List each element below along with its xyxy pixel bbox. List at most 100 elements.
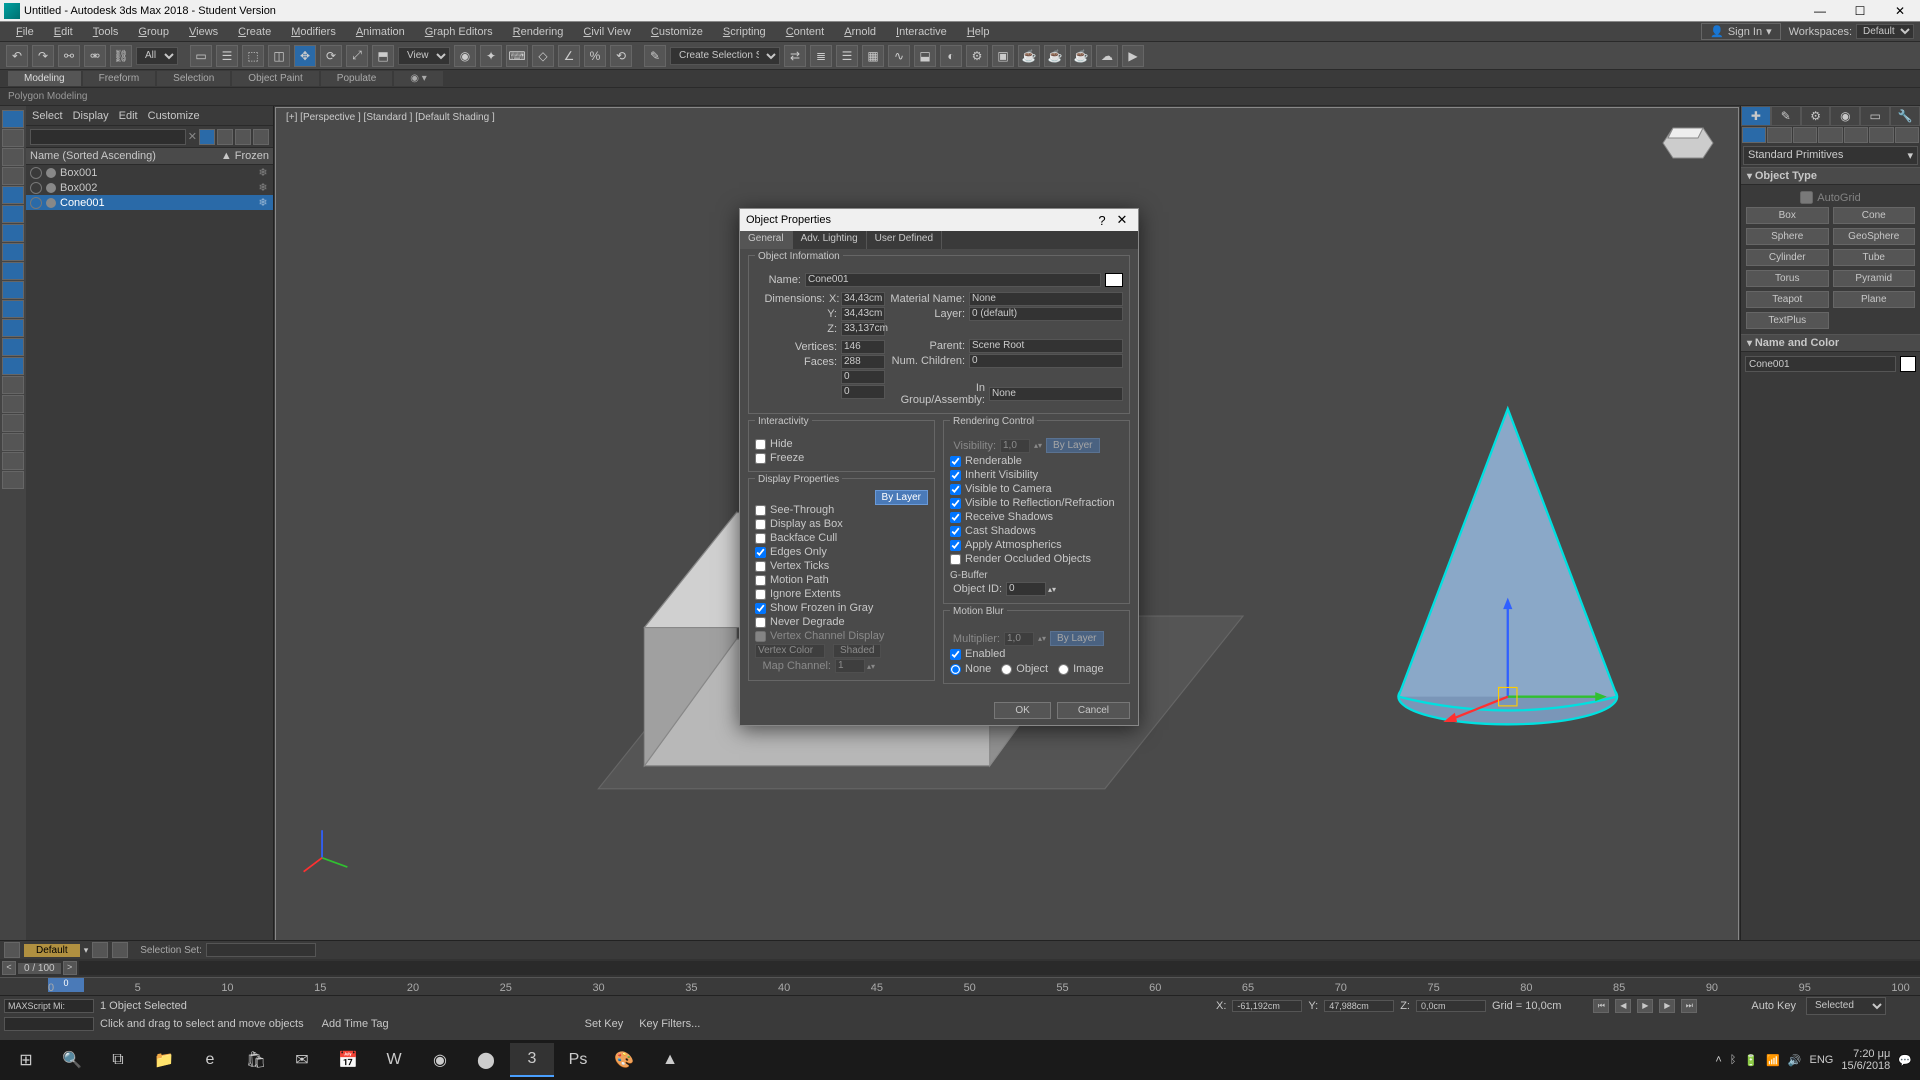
menu-group[interactable]: Group (128, 24, 179, 40)
ribbon-tab-populate[interactable]: Populate (321, 71, 392, 86)
object-id-field[interactable]: 0 (1006, 582, 1046, 596)
name-field[interactable]: Cone001 (805, 273, 1101, 287)
select-rotate-button[interactable]: ⟳ (320, 45, 342, 67)
redo-button[interactable]: ↷ (32, 45, 54, 67)
render-iterative-button[interactable]: ☕ (1044, 45, 1066, 67)
vbtn-misc2[interactable] (2, 376, 24, 394)
render-occluded-checkbox[interactable]: Render Occluded Objects (950, 552, 1123, 566)
cast-shadows-checkbox[interactable]: Cast Shadows (950, 524, 1123, 538)
menu-tools[interactable]: Tools (83, 24, 129, 40)
explorer-row-box002[interactable]: Box002 ❄ (26, 180, 273, 195)
visible-to-camera-checkbox[interactable]: Visible to Camera (950, 482, 1123, 496)
ribbon-tab-objectpaint[interactable]: Object Paint (232, 71, 318, 86)
dialog-tab-general[interactable]: General (740, 231, 793, 249)
explorer-row-box001[interactable]: Box001 ❄ (26, 165, 273, 180)
percent-snap-button[interactable]: % (584, 45, 606, 67)
explorer-row-cone001[interactable]: Cone001 ❄ (26, 195, 273, 210)
category-dropdown[interactable]: Standard Primitives▾ (1743, 146, 1918, 165)
layer-lock-icon[interactable] (92, 942, 108, 958)
select-place-button[interactable]: ⬒ (372, 45, 394, 67)
workspace-selector[interactable]: Workspaces: Default (1789, 24, 1914, 39)
menu-animation[interactable]: Animation (346, 24, 415, 40)
vbtn-misc7[interactable] (2, 471, 24, 489)
prim-box-button[interactable]: Box (1746, 207, 1829, 224)
key-target-dropdown[interactable]: Selected (1806, 997, 1886, 1015)
pivot-button[interactable]: ◉ (454, 45, 476, 67)
unlink-button[interactable]: ⚮ (84, 45, 106, 67)
render-online-button[interactable]: ☁ (1096, 45, 1118, 67)
named-selset-dropdown[interactable]: Create Selection Se (670, 47, 780, 65)
maximize-button[interactable]: ☐ (1840, 0, 1880, 22)
menu-create[interactable]: Create (228, 24, 281, 40)
keyboard-shortcut-button[interactable]: ⌨ (506, 45, 528, 67)
schematic-view-button[interactable]: ⬓ (914, 45, 936, 67)
ribbon-tab-freeform[interactable]: Freeform (83, 71, 156, 86)
subcat-helpers[interactable] (1844, 127, 1868, 143)
ribbon-tab-modeling[interactable]: Modeling (8, 71, 81, 86)
close-button[interactable]: ✕ (1880, 0, 1920, 22)
maxscript-input[interactable] (4, 1017, 94, 1031)
coord-x[interactable]: -61,192cm (1232, 1000, 1302, 1012)
vbtn-xrefs[interactable] (2, 262, 24, 280)
select-scale-button[interactable]: ⤢ (346, 45, 368, 67)
prim-sphere-button[interactable]: Sphere (1746, 228, 1829, 245)
object-name-input[interactable] (1745, 356, 1896, 372)
spinner-snap-button[interactable]: ⟲ (610, 45, 632, 67)
link-button[interactable]: ⚯ (58, 45, 80, 67)
menu-rendering[interactable]: Rendering (503, 24, 574, 40)
prim-geosphere-button[interactable]: GeoSphere (1833, 228, 1916, 245)
explorer-app[interactable]: 📁 (142, 1043, 186, 1077)
menu-customize[interactable]: Customize (641, 24, 713, 40)
chrome-app[interactable]: ◉ (418, 1043, 462, 1077)
subcat-spacewarps[interactable] (1869, 127, 1893, 143)
visibility-icon[interactable] (30, 182, 42, 194)
vbtn-containers[interactable] (2, 300, 24, 318)
subcat-systems[interactable] (1895, 127, 1919, 143)
menu-content[interactable]: Content (776, 24, 835, 40)
world-icon[interactable] (4, 942, 20, 958)
explorer-menu-customize[interactable]: Customize (148, 110, 200, 122)
time-ruler[interactable]: 0 05101520253035404550556065707580859095… (0, 977, 1920, 995)
tray-clock[interactable]: 7:20 μμ 15/6/2018 (1841, 1048, 1890, 1072)
explorer-menu-edit[interactable]: Edit (119, 110, 138, 122)
visibility-icon[interactable] (30, 167, 42, 179)
explorer-menu-select[interactable]: Select (32, 110, 63, 122)
coord-y[interactable]: 47,988cm (1324, 1000, 1394, 1012)
hide-checkbox[interactable]: Hide (755, 437, 928, 451)
inherit-visibility-checkbox[interactable]: Inherit Visibility (950, 468, 1123, 482)
vbtn-geometry[interactable] (2, 129, 24, 147)
tray-up-icon[interactable]: ˄ (1715, 1054, 1721, 1066)
tray-bluetooth-icon[interactable]: ᛒ (1730, 1054, 1737, 1066)
vbtn-misc6[interactable] (2, 452, 24, 470)
tray-notifications-icon[interactable]: 💬 (1898, 1054, 1912, 1067)
vbtn-shapes[interactable] (2, 148, 24, 166)
search-button[interactable]: 🔍 (50, 1043, 94, 1077)
display-as-box-checkbox[interactable]: Display as Box (755, 517, 928, 531)
menu-grapheditors[interactable]: Graph Editors (415, 24, 503, 40)
layer-list-icon[interactable] (112, 942, 128, 958)
vbtn-helpers[interactable] (2, 205, 24, 223)
mirror-button[interactable]: ⇄ (784, 45, 806, 67)
time-slider-track[interactable] (79, 961, 1920, 975)
rollout-object-type[interactable]: ▾ Object Type (1741, 167, 1920, 185)
menu-scripting[interactable]: Scripting (713, 24, 776, 40)
visible-reflection-checkbox[interactable]: Visible to Reflection/Refraction (950, 496, 1123, 510)
render-activeshade-button[interactable]: ☕ (1070, 45, 1092, 67)
select-object-button[interactable]: ▭ (190, 45, 212, 67)
tray-battery-icon[interactable]: 🔋 (1744, 1054, 1758, 1067)
never-degrade-checkbox[interactable]: Never Degrade (755, 615, 928, 629)
word-app[interactable]: W (372, 1043, 416, 1077)
explorer-view2-icon[interactable] (253, 129, 269, 145)
goto-start-button[interactable]: ⏮ (1593, 999, 1609, 1013)
cmdtab-display[interactable]: ▭ (1860, 106, 1890, 126)
cmdtab-modify[interactable]: ✎ (1771, 106, 1801, 126)
mblur-bylayer-button[interactable]: By Layer (1050, 631, 1103, 646)
select-rect-button[interactable]: ⬚ (242, 45, 264, 67)
prim-plane-button[interactable]: Plane (1833, 291, 1916, 308)
menu-arnold[interactable]: Arnold (834, 24, 886, 40)
subcat-lights[interactable] (1793, 127, 1817, 143)
play-button[interactable]: ▶ (1637, 999, 1653, 1013)
obs-app[interactable]: ⬤ (464, 1043, 508, 1077)
toggle-ribbon-button[interactable]: ▦ (862, 45, 884, 67)
cmdtab-utilities[interactable]: 🔧 (1890, 106, 1920, 126)
